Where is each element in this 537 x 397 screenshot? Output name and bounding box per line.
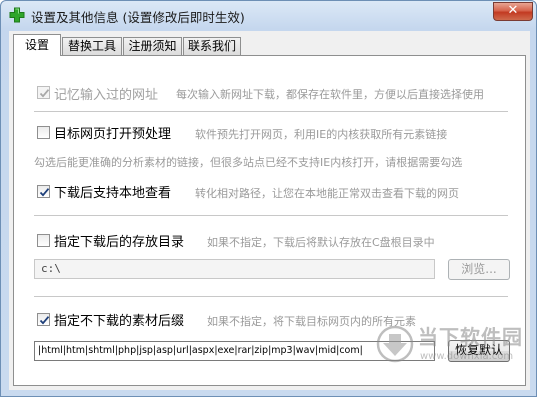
settings-window: 设置及其他信息 (设置修改后即时生效) ✕ 设置 替换工具 注册须知 联系我们 … (0, 0, 537, 397)
down-arrow-logo-icon (376, 325, 414, 363)
divider (34, 296, 508, 298)
close-button[interactable]: ✕ (493, 2, 533, 21)
preprocess-hint: 软件预先打开网页，利用IE的内核获取所有元素链接 (195, 128, 448, 141)
preprocess-label: 目标网页打开预处理 (54, 127, 172, 142)
local-view-hint: 转化相对路径，让您在本地能正常双击查看下载的网页 (195, 187, 459, 200)
save-dir-path-field[interactable]: c:\ (34, 259, 435, 279)
tab-registration-notice[interactable]: 注册须知 (123, 37, 182, 55)
exclude-ext-checkbox[interactable] (37, 313, 50, 326)
local-view-label: 下载后支持本地查看 (54, 186, 172, 201)
green-plus-icon (9, 7, 25, 23)
preprocess-checkbox[interactable] (37, 126, 50, 139)
save-dir-checkbox[interactable] (37, 234, 50, 247)
exclude-ext-field[interactable]: |html|htm|shtml|php|jsp|asp|url|aspx|exe… (34, 341, 435, 361)
remember-url-checkbox[interactable] (37, 86, 50, 99)
exclude-ext-label: 指定不下载的素材后缀 (54, 314, 185, 329)
window-title: 设置及其他信息 (设置修改后即时生效) (31, 10, 245, 25)
local-view-checkbox[interactable] (37, 185, 50, 198)
divider (34, 215, 508, 217)
preprocess-hint-detail: 勾选后能更准确的分析素材的链接，但很多站点已经不支持IE内核打开，请根据需要勾选 (34, 156, 463, 169)
title-bar[interactable]: 设置及其他信息 (设置修改后即时生效) ✕ (1, 1, 536, 29)
remember-url-hint: 每次输入新网址下载，都保存在软件里，方便以后直接选择使用 (176, 88, 484, 101)
tab-contact-us[interactable]: 联系我们 (183, 37, 241, 55)
check-icon (39, 188, 50, 197)
browse-button[interactable]: 浏览... (448, 259, 510, 280)
watermark-brand: 当下软件园 (418, 325, 523, 349)
remember-url-label: 记忆输入过的网址 (54, 88, 159, 103)
watermark-url: www.downxia.com (420, 351, 514, 362)
check-icon (39, 316, 50, 325)
save-dir-hint: 如果不指定，下载后将默认存放在C盘根目录中 (207, 236, 435, 249)
close-icon: ✕ (507, 3, 519, 18)
tab-settings[interactable]: 设置 (13, 34, 61, 56)
downxia-watermark: 当下软件园 www.downxia.com (376, 319, 526, 375)
tab-replace-tool[interactable]: 替换工具 (62, 37, 122, 55)
save-dir-label: 指定下载后的存放目录 (54, 235, 185, 250)
check-icon (39, 89, 50, 98)
divider (34, 111, 508, 113)
